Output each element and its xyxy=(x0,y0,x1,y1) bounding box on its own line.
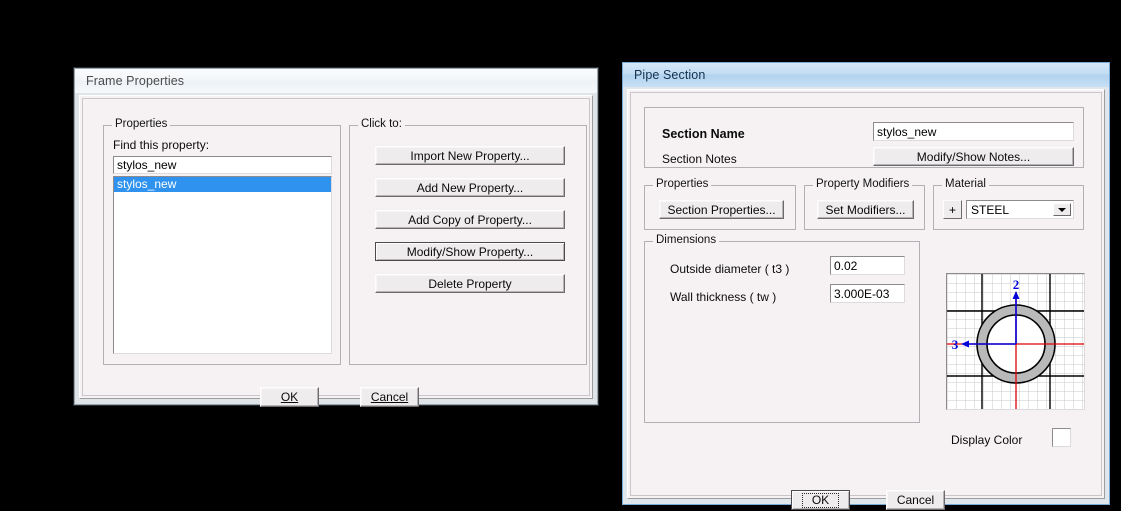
section-properties-group-label: Properties xyxy=(653,178,712,190)
property-modifiers-group: Property Modifiers Set Modifiers... xyxy=(804,178,925,230)
modify-show-notes-label: Modify/Show Notes... xyxy=(916,149,1031,164)
click-to-group-label: Click to: xyxy=(358,118,405,130)
section-identity-panel: Section Name stylos_new Section Notes Mo… xyxy=(644,107,1084,168)
pipe-section-window: Pipe Section Section Name stylos_new Sec… xyxy=(622,62,1110,510)
outside-diameter-label: Outside diameter ( t3 ) xyxy=(670,262,790,276)
pipe-section-client-inset: Section Name stylos_new Section Notes Mo… xyxy=(630,92,1102,510)
plus-icon: + xyxy=(948,202,956,217)
material-value: STEEL xyxy=(971,202,1010,217)
delete-property-label: Delete Property xyxy=(428,276,512,291)
frame-ok-button[interactable]: OK xyxy=(260,387,319,407)
add-material-button[interactable]: + xyxy=(943,200,962,219)
pipe-ok-label: OK xyxy=(801,492,840,508)
modify-show-property-label: Modify/Show Property... xyxy=(406,244,534,259)
list-item-label: stylos_new xyxy=(117,177,177,191)
find-property-input-value: stylos_new xyxy=(117,158,177,172)
frame-cancel-label: Cancel xyxy=(370,390,409,404)
import-new-property-button[interactable]: Import New Property... xyxy=(375,146,565,165)
property-modifiers-group-label: Property Modifiers xyxy=(813,178,913,190)
add-copy-of-property-label: Add Copy of Property... xyxy=(408,212,532,227)
set-modifiers-label: Set Modifiers... xyxy=(825,202,906,217)
properties-group: Properties Find this property: stylos_ne… xyxy=(103,118,341,365)
dimensions-group: Dimensions Outside diameter ( t3 ) 0.02 … xyxy=(644,234,920,423)
outside-diameter-input[interactable]: 0.02 xyxy=(830,256,905,275)
property-list[interactable]: stylos_new xyxy=(113,176,332,354)
material-group: Material + STEEL xyxy=(933,178,1084,230)
pipe-ok-button[interactable]: OK xyxy=(791,490,850,510)
list-item[interactable]: stylos_new xyxy=(114,177,331,192)
section-name-value: stylos_new xyxy=(877,124,937,139)
pipe-cross-section-diagram: 2 3 xyxy=(947,274,1084,409)
modify-show-property-button[interactable]: Modify/Show Property... xyxy=(375,242,565,261)
material-group-label: Material xyxy=(942,178,989,190)
pipe-section-title: Pipe Section xyxy=(634,68,706,82)
section-shape-preview: 2 3 xyxy=(946,273,1085,410)
find-property-input[interactable]: stylos_new xyxy=(113,156,332,174)
pipe-cancel-label: Cancel xyxy=(896,493,935,507)
wall-thickness-value: 3.000E-03 xyxy=(834,286,890,301)
display-color-label: Display Color xyxy=(951,433,1023,447)
find-this-property-label: Find this property: xyxy=(113,138,210,152)
screen: Frame Properties Properties Find this pr… xyxy=(0,0,1121,511)
add-copy-of-property-button[interactable]: Add Copy of Property... xyxy=(375,210,565,229)
axis-label-3: 3 xyxy=(952,337,959,352)
frame-cancel-button[interactable]: Cancel xyxy=(360,387,419,407)
material-combobox[interactable]: STEEL xyxy=(966,200,1074,219)
wall-thickness-input[interactable]: 3.000E-03 xyxy=(830,284,905,303)
click-to-group: Click to: Import New Property... Add New… xyxy=(349,118,587,365)
frame-properties-titlebar[interactable]: Frame Properties xyxy=(75,69,597,93)
section-properties-label: Section Properties... xyxy=(667,202,776,217)
section-properties-group: Properties Section Properties... xyxy=(644,178,796,230)
section-properties-button[interactable]: Section Properties... xyxy=(659,200,784,219)
outside-diameter-value: 0.02 xyxy=(834,258,858,273)
dimensions-group-label: Dimensions xyxy=(653,234,720,246)
add-new-property-label: Add New Property... xyxy=(416,180,524,195)
section-name-label: Section Name xyxy=(662,127,745,141)
modify-show-notes-button[interactable]: Modify/Show Notes... xyxy=(873,147,1074,166)
wall-thickness-label: Wall thickness ( tw ) xyxy=(670,290,777,304)
display-color-swatch[interactable] xyxy=(1052,428,1071,447)
pipe-cancel-button[interactable]: Cancel xyxy=(886,490,945,510)
frame-properties-title: Frame Properties xyxy=(86,74,185,88)
frame-properties-client-inset: Properties Find this property: stylos_ne… xyxy=(82,98,590,407)
axis-label-2: 2 xyxy=(1013,277,1020,292)
set-modifiers-button[interactable]: Set Modifiers... xyxy=(817,200,914,219)
properties-group-label: Properties xyxy=(112,118,171,130)
section-notes-label: Section Notes xyxy=(662,152,737,166)
frame-properties-client: Properties Find this property: stylos_ne… xyxy=(79,95,593,407)
pipe-section-titlebar[interactable]: Pipe Section xyxy=(623,63,1109,87)
add-new-property-button[interactable]: Add New Property... xyxy=(375,178,565,197)
frame-ok-label: OK xyxy=(280,390,299,404)
import-new-property-label: Import New Property... xyxy=(410,148,530,163)
section-name-input[interactable]: stylos_new xyxy=(873,122,1074,141)
chevron-down-icon[interactable] xyxy=(1053,203,1071,216)
frame-properties-window: Frame Properties Properties Find this pr… xyxy=(74,68,598,407)
pipe-section-client: Section Name stylos_new Section Notes Mo… xyxy=(627,89,1105,510)
delete-property-button[interactable]: Delete Property xyxy=(375,274,565,293)
